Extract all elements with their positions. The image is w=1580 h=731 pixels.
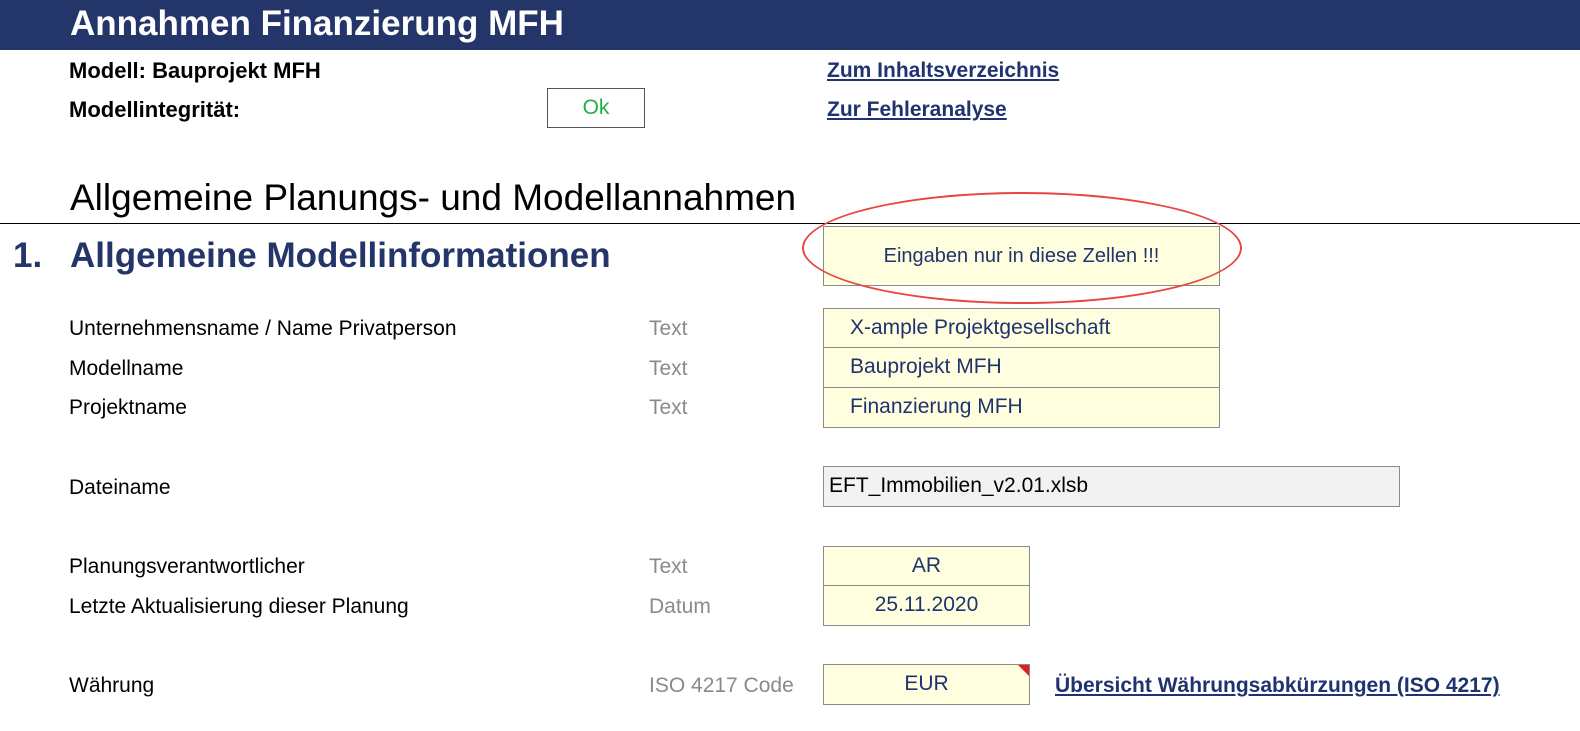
chapter-title: Allgemeine Modellinformationen xyxy=(70,236,611,275)
currency-type: ISO 4217 Code xyxy=(649,674,794,697)
last-update-type: Datum xyxy=(649,595,711,618)
project-name-type: Text xyxy=(649,396,688,419)
company-name-input[interactable]: X-ample Projektgesellschaft xyxy=(823,308,1220,348)
file-name-label: Dateiname xyxy=(69,476,171,499)
planner-label: Planungsverantwortlicher xyxy=(69,555,305,578)
last-update-label: Letzte Aktualisierung dieser Planung xyxy=(69,595,409,618)
company-name-type: Text xyxy=(649,317,688,340)
project-name-input[interactable]: Finanzierung MFH xyxy=(823,387,1220,428)
section-title: Allgemeine Planungs- und Modellannahmen xyxy=(70,177,797,218)
currency-label: Währung xyxy=(69,674,155,697)
toc-link[interactable]: Zum Inhaltsverzeichnis xyxy=(827,58,1059,84)
project-name-label: Projektname xyxy=(69,396,187,419)
page-title: Annahmen Finanzierung MFH xyxy=(70,4,564,43)
company-name-label: Unternehmensname / Name Privatperson xyxy=(69,317,457,340)
planner-type: Text xyxy=(649,555,688,578)
model-name-type: Text xyxy=(649,357,688,380)
section-divider xyxy=(0,223,1580,224)
comment-indicator-icon[interactable] xyxy=(1018,665,1029,676)
planner-input[interactable]: AR xyxy=(823,546,1030,586)
currency-input[interactable]: EUR xyxy=(823,664,1030,705)
file-name-cell: EFT_Immobilien_v2.01.xlsb xyxy=(823,466,1400,507)
model-label: Modell: Bauprojekt MFH xyxy=(69,58,321,83)
integrity-label: Modellintegrität: xyxy=(69,97,241,122)
chapter-number: 1. xyxy=(13,236,43,275)
currency-overview-link[interactable]: Übersicht Währungsabkürzungen (ISO 4217) xyxy=(1055,673,1500,699)
model-name-input[interactable]: Bauprojekt MFH xyxy=(823,347,1220,388)
model-name-label: Modellname xyxy=(69,357,184,380)
error-analysis-link[interactable]: Zur Fehleranalyse xyxy=(827,97,1007,123)
integrity-status-cell: Ok xyxy=(547,88,645,128)
last-update-input[interactable]: 25.11.2020 xyxy=(823,585,1030,626)
highlight-ellipse xyxy=(802,192,1242,304)
